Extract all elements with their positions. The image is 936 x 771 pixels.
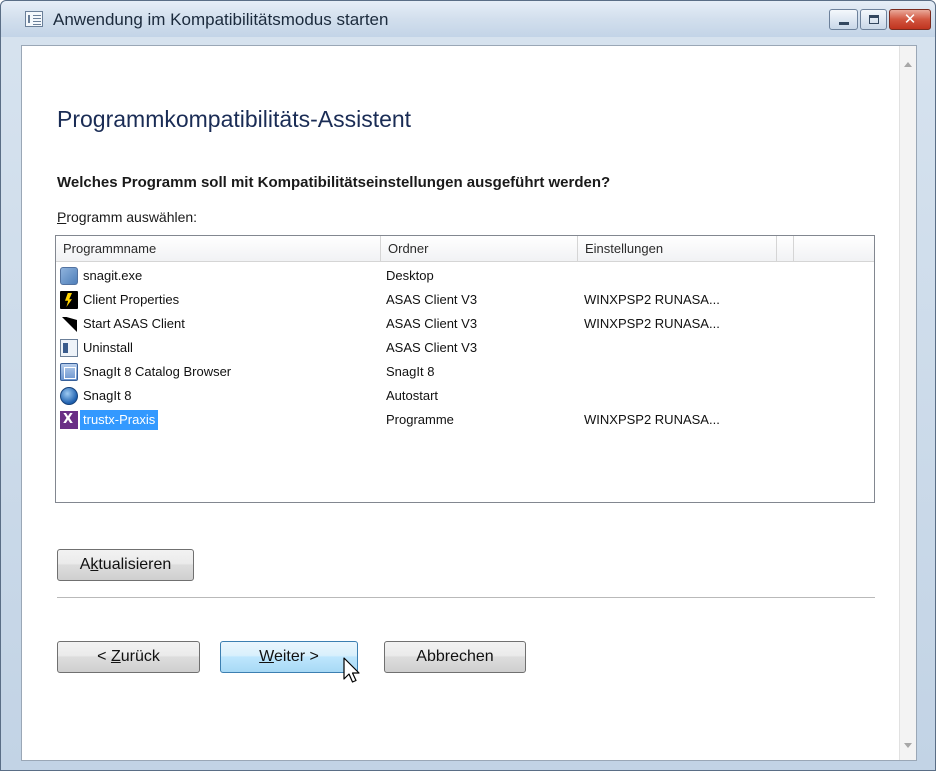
column-header-program-name[interactable]: Programmname [56,236,381,262]
cancel-button[interactable]: Abbrechen [384,641,526,673]
folder-cell: Programme [386,412,454,427]
black-arrow-icon [60,315,78,333]
title-bar[interactable]: Anwendung im Kompatibilitätsmodus starte… [1,1,935,37]
catalog-browser-icon [60,363,78,381]
folder-cell: Autostart [386,388,439,403]
list-item[interactable]: snagit.exe Desktop [56,264,874,288]
settings-cell: WINXPSP2 RUNASA... [584,412,720,427]
program-name-cell: Start ASAS Client [60,312,378,336]
button-text: eiter > [273,648,319,665]
program-name: SnagIt 8 Catalog Browser [83,364,232,379]
program-name-cell: SnagIt 8 [60,384,378,408]
maximize-icon [869,15,879,24]
column-header-filler [777,236,794,262]
accel-key: P [57,209,67,225]
list-item[interactable]: SnagIt 8 Autostart [56,384,874,408]
trustx-icon [60,411,78,429]
settings-cell [584,360,844,384]
program-name: Uninstall [83,340,133,355]
list-item[interactable]: SnagIt 8 Catalog Browser SnagIt 8 [56,360,874,384]
folder-cell: ASAS Client V3 [386,316,478,331]
refresh-button[interactable]: Aktualisieren [57,549,194,581]
window-title: Anwendung im Kompatibilitätsmodus starte… [53,10,389,29]
lightning-bolt-icon [60,291,78,309]
settings-cell: WINXPSP2 RUNASA... [584,292,720,307]
list-item-selected[interactable]: trustx-Praxis Programme WINXPSP2 RUNASA.… [56,408,874,432]
folder-cell: Desktop [386,268,434,283]
back-button[interactable]: < Zurück [57,641,200,673]
button-text: A [79,556,91,573]
program-name-cell: Uninstall [60,336,378,360]
program-name-cell: trustx-Praxis [60,408,378,432]
list-item[interactable]: Start ASAS Client ASAS Client V3 WINXPSP… [56,312,874,336]
list-item[interactable]: Client Properties ASAS Client V3 WINXPSP… [56,288,874,312]
list-item[interactable]: Uninstall ASAS Client V3 [56,336,874,360]
dialog-window: Anwendung im Kompatibilitätsmodus starte… [0,0,936,771]
program-name-cell: Client Properties [60,288,378,312]
mouse-cursor-icon [343,657,360,683]
label-text: rogramm auswählen: [66,209,198,225]
program-name-cell: snagit.exe [60,264,378,288]
program-name: Start ASAS Client [83,316,185,331]
minimize-button[interactable] [829,9,858,30]
uninstall-icon [60,339,78,357]
program-name: Client Properties [83,292,180,307]
program-name: SnagIt 8 [83,388,132,403]
program-name-cell: SnagIt 8 Catalog Browser [60,360,378,384]
scroll-down-icon[interactable] [904,743,912,748]
program-name: trustx-Praxis [80,410,159,430]
snagit-icon [60,387,78,405]
close-button[interactable]: ✕ [889,9,931,30]
list-header: Programmname Ordner Einstellungen [56,236,874,262]
accel-key: Z [110,648,121,665]
program-name: snagit.exe [83,268,143,283]
button-text: urück [120,648,160,665]
column-header-folder[interactable]: Ordner [381,236,578,262]
page-title: Programmkompatibilitäts-Assistent [57,106,412,132]
button-text: < [97,648,111,665]
next-button[interactable]: Weiter > [220,641,358,673]
program-select-label: Programm auswählen: [57,209,197,225]
vertical-scrollbar[interactable] [899,46,916,760]
program-list[interactable]: Programmname Ordner Einstellungen snagit… [55,235,875,503]
scroll-up-icon[interactable] [904,62,912,67]
folder-cell: ASAS Client V3 [386,340,478,355]
settings-cell [584,384,844,408]
wizard-content: Programmkompatibilitäts-Assistent Welche… [21,45,917,761]
snagit-exe-icon [60,267,78,285]
window-list-icon [25,11,43,27]
folder-cell: ASAS Client V3 [386,292,478,307]
maximize-button[interactable] [860,9,887,30]
settings-cell: WINXPSP2 RUNASA... [584,316,720,331]
wizard-question: Welches Programm soll mit Kompatibilität… [57,174,611,191]
separator-line [57,597,875,598]
close-icon: ✕ [903,10,917,28]
minimize-icon [839,22,849,25]
column-header-settings[interactable]: Einstellungen [578,236,777,262]
button-text: tualisieren [98,556,172,573]
settings-cell [584,264,844,288]
folder-cell: SnagIt 8 [386,364,435,379]
settings-cell [584,336,844,360]
accel-key: W [259,648,274,665]
